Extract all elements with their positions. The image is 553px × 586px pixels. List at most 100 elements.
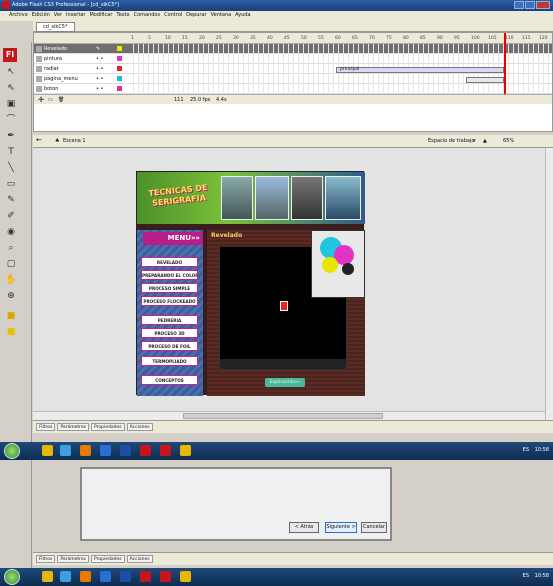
taskbar-clock[interactable]: 10:58: [535, 447, 549, 453]
edit-scene-icon[interactable]: ▾: [473, 138, 476, 144]
layer-outline-swatch[interactable]: [117, 66, 122, 71]
menu-archivo[interactable]: Archivo: [9, 12, 28, 20]
scene-name[interactable]: Escena 1: [63, 138, 86, 144]
tab-filtros[interactable]: Filtros: [36, 555, 56, 563]
vertical-scrollbar[interactable]: [545, 148, 553, 420]
add-layer-icon[interactable]: ➕: [38, 97, 44, 103]
free-transform-tool-icon[interactable]: ▣: [4, 98, 18, 110]
menu-modificar[interactable]: Modificar: [89, 12, 112, 20]
document-tab[interactable]: cd_sikC5*: [36, 22, 75, 32]
ie-taskbar-icon[interactable]: [60, 571, 71, 582]
eyedropper-tool-icon[interactable]: ⌕: [4, 242, 18, 254]
menu-button-proceso-foil[interactable]: PROCESO DE FOIL: [141, 341, 198, 351]
horizontal-scrollbar[interactable]: [33, 411, 545, 420]
menu-comandos[interactable]: Comandos: [134, 12, 161, 20]
rectangle-tool-icon[interactable]: ▭: [4, 178, 18, 190]
fill-color-icon[interactable]: ■: [4, 326, 18, 338]
tab-acciones[interactable]: Acciones: [126, 555, 153, 563]
minimize-button[interactable]: [514, 1, 524, 9]
lasso-tool-icon[interactable]: ⌒: [4, 114, 18, 126]
menu-ver[interactable]: Ver: [54, 12, 62, 20]
add-folder-icon[interactable]: ▭: [48, 97, 53, 103]
app-taskbar-icon[interactable]: [160, 445, 171, 456]
menu-ventana[interactable]: Ventana: [211, 12, 232, 20]
start-button[interactable]: [4, 569, 20, 585]
word-taskbar-icon[interactable]: [100, 571, 111, 582]
layer-visibility-dots[interactable]: • •: [96, 76, 104, 82]
delete-layer-icon[interactable]: 🗑: [58, 97, 64, 103]
cancel-button[interactable]: Cancelar: [361, 522, 387, 533]
text-tool-icon[interactable]: T: [4, 146, 18, 158]
tab-propiedades[interactable]: Propiedades: [91, 423, 125, 431]
pencil-tool-icon[interactable]: ✎: [4, 194, 18, 206]
playhead[interactable]: [504, 33, 506, 95]
ink-bottle-tool-icon[interactable]: ◉: [4, 226, 18, 238]
media-taskbar-icon[interactable]: [80, 445, 91, 456]
zoom-tool-icon[interactable]: ⊕: [4, 290, 18, 302]
video-controls[interactable]: [220, 359, 346, 369]
menu-texto[interactable]: Texto: [116, 12, 129, 20]
menu-button-conceptos[interactable]: CONCEPTOS: [141, 375, 198, 385]
edit-symbols-icon[interactable]: ▲: [483, 138, 487, 144]
eraser-tool-icon[interactable]: ▢: [4, 258, 18, 270]
folder-taskbar-icon[interactable]: [180, 571, 191, 582]
zoom-select[interactable]: 65%: [503, 138, 514, 144]
subselection-tool-icon[interactable]: ⇖: [4, 82, 18, 94]
explain-button[interactable]: Explicación»»: [265, 378, 305, 387]
tab-parametros[interactable]: Parámetros: [57, 423, 90, 431]
flash-taskbar-icon[interactable]: [140, 571, 151, 582]
back-arrow-icon[interactable]: ←: [36, 136, 42, 144]
layer-visibility-dots[interactable]: • •: [96, 86, 104, 92]
menu-depurar[interactable]: Depurar: [186, 12, 206, 20]
folder-taskbar-icon[interactable]: [180, 445, 191, 456]
close-button[interactable]: [536, 1, 550, 9]
layer-outline-swatch[interactable]: [117, 46, 122, 51]
line-tool-icon[interactable]: ╲: [4, 162, 18, 174]
menu-button-preparando-color[interactable]: PREPARANDO EL COLOR: [141, 270, 198, 280]
pen-tool-icon[interactable]: ✒: [4, 130, 18, 142]
start-button[interactable]: [4, 443, 20, 459]
selection-tool-icon[interactable]: ↖: [4, 66, 18, 78]
maximize-button[interactable]: [525, 1, 535, 9]
media-taskbar-icon[interactable]: [80, 571, 91, 582]
app-taskbar-icon[interactable]: [120, 445, 131, 456]
menu-button-revelado[interactable]: REVELADO: [141, 257, 198, 267]
hand-tool-icon[interactable]: ✋: [4, 274, 18, 286]
language-indicator[interactable]: ES: [523, 447, 529, 453]
tab-acciones[interactable]: Acciones: [126, 423, 153, 431]
app-taskbar-icon[interactable]: [160, 571, 171, 582]
layer-outline-swatch[interactable]: [117, 86, 122, 91]
flash-taskbar-icon[interactable]: [140, 445, 151, 456]
explorer-taskbar-icon[interactable]: [42, 445, 53, 456]
menu-edicion[interactable]: Edición: [32, 12, 50, 20]
taskbar-clock[interactable]: 10:58: [535, 573, 549, 579]
brush-tool-icon[interactable]: ✐: [4, 210, 18, 222]
layer-outline-swatch[interactable]: [117, 56, 122, 61]
tab-filtros[interactable]: Filtros: [36, 423, 56, 431]
word-taskbar-icon[interactable]: [100, 445, 111, 456]
tween-span[interactable]: [466, 77, 504, 83]
menu-button-proceso-simple[interactable]: PROCESO SIMPLE: [141, 283, 198, 293]
menu-button-proceso-flockeado[interactable]: PROCESO FLOCKEADO: [141, 296, 198, 306]
tween-span[interactable]: [336, 67, 504, 73]
tab-parametros[interactable]: Parámetros: [57, 555, 90, 563]
layer-outline-swatch[interactable]: [117, 76, 122, 81]
stroke-color-icon[interactable]: ■: [4, 310, 18, 322]
workspace-menu[interactable]: Espacio de trabajo: [428, 138, 474, 144]
layer-visibility-dots[interactable]: • •: [96, 66, 104, 72]
menu-button-pedreria[interactable]: PEDRERIA: [141, 315, 198, 325]
menu-insertar[interactable]: Insertar: [66, 12, 85, 20]
menu-control[interactable]: Control: [164, 12, 182, 20]
layer-visibility-dots[interactable]: • •: [96, 56, 104, 62]
menu-ayuda[interactable]: Ayuda: [235, 12, 250, 20]
scrollbar-thumb[interactable]: [183, 413, 383, 419]
ie-taskbar-icon[interactable]: [60, 445, 71, 456]
tab-propiedades[interactable]: Propiedades: [91, 555, 125, 563]
language-indicator[interactable]: ES: [523, 573, 529, 579]
next-button[interactable]: Siguiente >: [325, 522, 357, 533]
back-button[interactable]: < Atrás: [289, 522, 319, 533]
explorer-taskbar-icon[interactable]: [42, 571, 53, 582]
menu-button-proceso-3d[interactable]: PROCESO 3D: [141, 328, 198, 338]
menu-button-termopliado[interactable]: TERMOPLIADO: [141, 356, 198, 366]
app-taskbar-icon[interactable]: [120, 571, 131, 582]
